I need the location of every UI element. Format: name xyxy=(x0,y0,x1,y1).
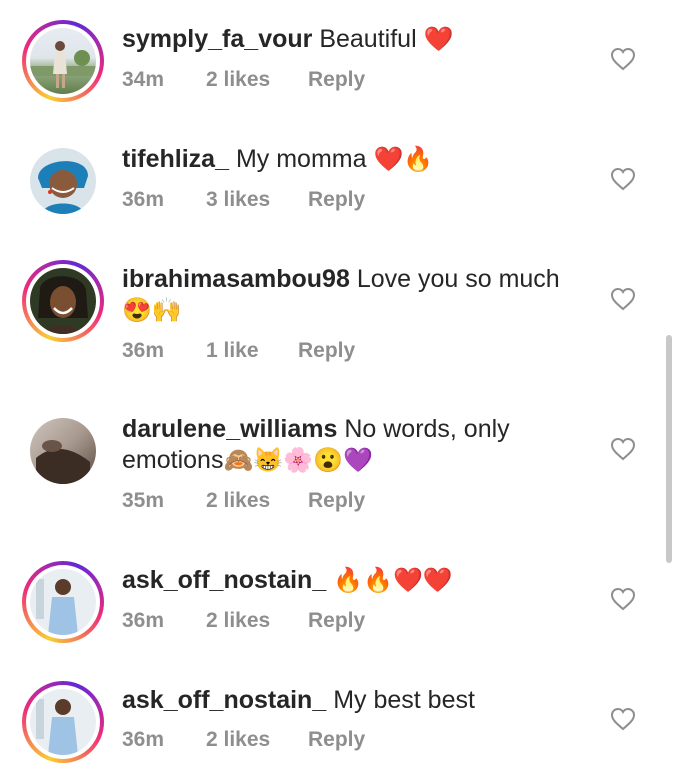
reply-button[interactable]: Reply xyxy=(308,489,365,513)
comment-text: ask_off_nostain_ My best best xyxy=(122,685,592,716)
avatar[interactable] xyxy=(22,20,104,102)
comment-meta: 34m 2 likes Reply xyxy=(122,68,365,92)
avatar[interactable] xyxy=(22,140,104,222)
comment-username[interactable]: darulene_williams xyxy=(122,415,337,443)
avatar[interactable] xyxy=(22,561,104,643)
heart-outline-icon[interactable] xyxy=(610,587,636,611)
comment-username[interactable]: ask_off_nostain_ xyxy=(122,686,326,714)
heart-outline-icon[interactable] xyxy=(610,707,636,731)
comment-body: My best best xyxy=(333,686,475,714)
comment-username[interactable]: tifehliza_ xyxy=(122,145,229,173)
reply-button[interactable]: Reply xyxy=(308,68,365,92)
comment-text: darulene_williams No words, only emotion… xyxy=(122,414,592,476)
comment-emojis: ❤️🔥 xyxy=(373,146,434,173)
scrollbar[interactable] xyxy=(666,335,672,563)
comment-username[interactable]: ibrahimasambou98 xyxy=(122,265,350,293)
avatar[interactable] xyxy=(22,410,104,492)
reply-button[interactable]: Reply xyxy=(298,339,355,363)
comment-meta: 36m 1 like Reply xyxy=(122,339,355,363)
comment-body-cont: emotions xyxy=(122,446,224,474)
comment-likes[interactable]: 2 likes xyxy=(206,489,308,513)
heart-outline-icon[interactable] xyxy=(610,287,636,311)
comment-meta: 36m 3 likes Reply xyxy=(122,188,365,212)
reply-button[interactable]: Reply xyxy=(308,728,365,752)
comment-username[interactable]: symply_fa_vour xyxy=(122,25,312,53)
comment-text: symply_fa_vour Beautiful ❤️ xyxy=(122,24,592,55)
heart-outline-icon[interactable] xyxy=(610,47,636,71)
comment-meta: 36m 2 likes Reply xyxy=(122,728,365,752)
comment-time: 36m xyxy=(122,188,165,211)
comment-emojis: 🔥🔥❤️❤️ xyxy=(333,567,453,594)
comment-likes[interactable]: 2 likes xyxy=(206,68,308,92)
comment-time: 34m xyxy=(122,68,165,91)
comment-likes[interactable]: 2 likes xyxy=(206,728,308,752)
comment-meta: 36m 2 likes Reply xyxy=(122,609,365,633)
heart-outline-icon[interactable] xyxy=(610,167,636,191)
reply-button[interactable]: Reply xyxy=(308,188,365,212)
avatar[interactable] xyxy=(22,260,104,342)
comment-body: Beautiful xyxy=(319,25,417,53)
comment-likes[interactable]: 3 likes xyxy=(206,188,308,212)
comment-body: No words, only xyxy=(344,415,510,443)
comment-body: Love you so much xyxy=(356,265,560,293)
comment-emojis: 🙈😸🌸😮💜 xyxy=(223,447,373,474)
comment-time: 36m xyxy=(122,609,165,632)
comment-text: ask_off_nostain_ 🔥🔥❤️❤️ xyxy=(122,565,592,596)
heart-outline-icon[interactable] xyxy=(610,437,636,461)
comment-time: 36m xyxy=(122,339,165,362)
avatar[interactable] xyxy=(22,681,104,763)
reply-button[interactable]: Reply xyxy=(308,609,365,633)
comment-time: 36m xyxy=(122,728,165,751)
comment-text: tifehliza_ My momma ❤️🔥 xyxy=(122,144,592,175)
comment-likes[interactable]: 1 like xyxy=(206,339,298,363)
comment-time: 35m xyxy=(122,489,165,512)
comment-meta: 35m 2 likes Reply xyxy=(122,489,365,513)
comment-text: ibrahimasambou98 Love you so much 😍🙌 xyxy=(122,264,592,326)
comment-emojis: 😍🙌 xyxy=(122,297,182,324)
comment-username[interactable]: ask_off_nostain_ xyxy=(122,566,326,594)
comment-emojis: ❤️ xyxy=(423,26,454,53)
comment-likes[interactable]: 2 likes xyxy=(206,609,308,633)
comment-body: My momma xyxy=(235,145,367,173)
